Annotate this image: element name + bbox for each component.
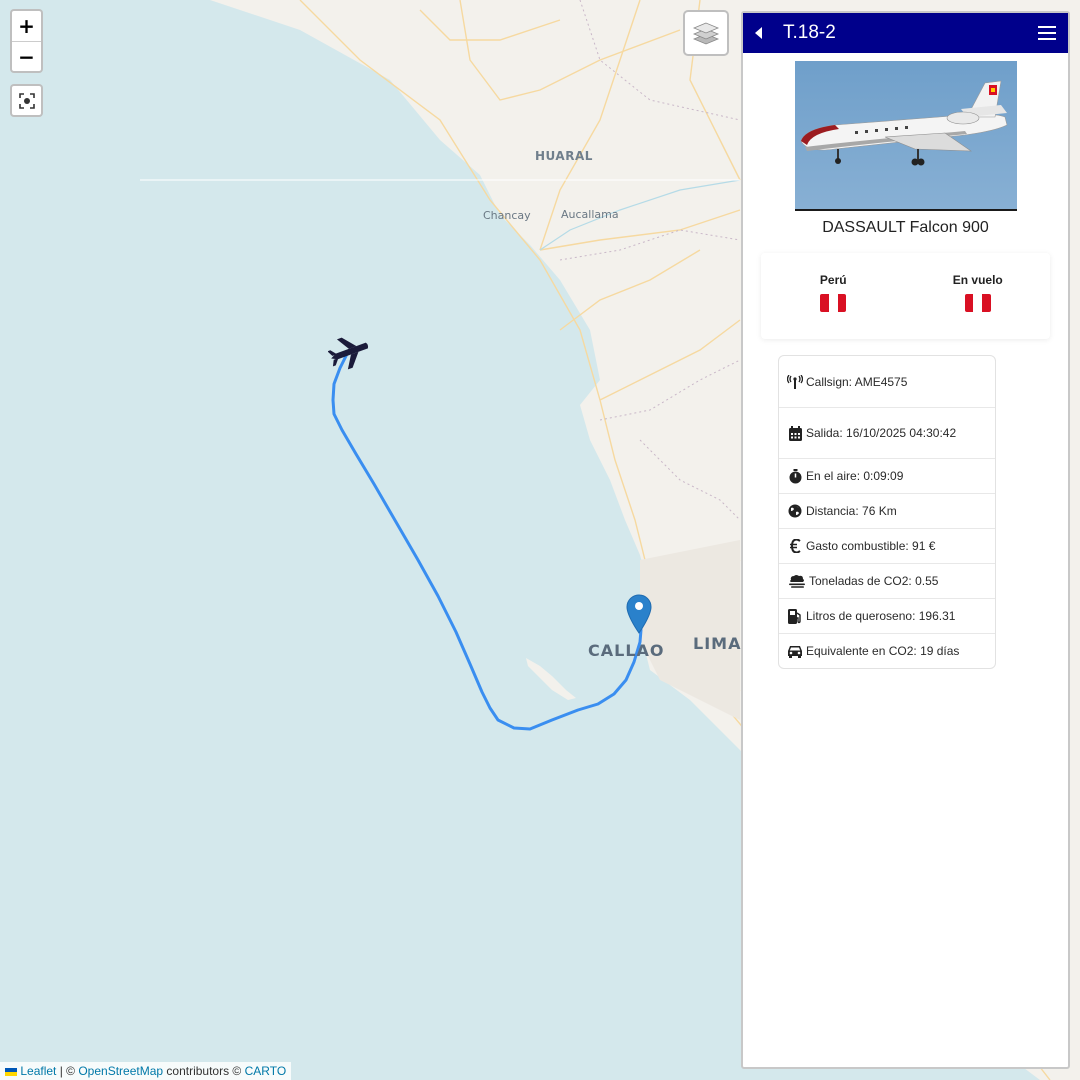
layers-button[interactable] xyxy=(683,10,729,56)
caret-left-icon xyxy=(755,27,762,39)
info-fuel-cost: Gasto combustible: 91 € xyxy=(806,539,936,553)
menu-icon-bar xyxy=(1038,38,1056,40)
attribution-separator: | © xyxy=(56,1064,79,1078)
map-label-chancay: Chancay xyxy=(483,209,531,222)
panel-header: T.18-2 xyxy=(743,13,1068,53)
layers-icon xyxy=(692,22,720,45)
aircraft-panel: T.18-2 DASSAULT Falcon 900 Perú En vuelo… xyxy=(741,11,1070,1069)
car-icon xyxy=(787,643,803,659)
info-row-departure: Salida: 16/10/2025 04:30:42 xyxy=(779,407,995,458)
osm-link[interactable]: OpenStreetMap xyxy=(78,1064,163,1078)
zoom-in-button[interactable]: + xyxy=(12,11,41,41)
info-airtime: En el aire: 0:09:09 xyxy=(806,469,904,483)
locate-button[interactable] xyxy=(10,84,43,117)
back-button[interactable] xyxy=(755,23,775,43)
origin-label: Perú xyxy=(819,273,847,287)
map-label-callao: CALLAO xyxy=(588,641,665,660)
info-row-kerosene: Litros de queroseno: 196.31 xyxy=(779,598,995,633)
info-distance: Distancia: 76 Km xyxy=(806,504,897,518)
info-row-distance: Distancia: 76 Km xyxy=(779,493,995,528)
info-departure: Salida: 16/10/2025 04:30:42 xyxy=(806,426,957,440)
info-co2-equivalent: Equivalente en CO2: 19 días xyxy=(806,644,960,658)
flags-card: Perú En vuelo xyxy=(761,253,1050,339)
menu-icon-bar xyxy=(1038,26,1056,28)
airplane-icon[interactable] xyxy=(328,334,370,370)
antenna-icon xyxy=(787,374,803,390)
aircraft-photo xyxy=(794,61,1017,211)
info-callsign: Callsign: AME4575 xyxy=(806,374,908,389)
smog-icon xyxy=(787,573,806,589)
origin-country: Perú xyxy=(761,253,906,339)
info-row-co2-tons: Toneladas de CO2: 0.55 xyxy=(779,563,995,598)
ukraine-flag-icon xyxy=(5,1067,17,1076)
zoom-control: + − xyxy=(10,9,43,73)
leaflet-link[interactable]: Leaflet xyxy=(20,1064,56,1078)
attribution-contributors: contributors © xyxy=(163,1064,245,1078)
info-kerosene: Litros de queroseno: 196.31 xyxy=(806,609,956,623)
menu-button[interactable] xyxy=(1038,24,1056,42)
map-attribution: Leaflet | © OpenStreetMap contributors ©… xyxy=(0,1062,292,1080)
globe-icon xyxy=(787,503,803,519)
info-card: Callsign: AME4575 Salida: 16/10/2025 04:… xyxy=(778,355,996,669)
status-label: En vuelo xyxy=(952,273,1003,287)
stopwatch-icon xyxy=(787,468,803,484)
aircraft-image xyxy=(794,61,1017,211)
info-co2-tons: Toneladas de CO2: 0.55 xyxy=(809,574,939,588)
zoom-out-button[interactable]: − xyxy=(12,41,41,71)
map-label-aucallama: Aucallama xyxy=(561,208,619,221)
info-row-fuel-cost: Gasto combustible: 91 € xyxy=(779,528,995,563)
map-label-lima: LIMA xyxy=(693,634,742,653)
calendar-icon xyxy=(787,425,803,441)
info-list: Callsign: AME4575 Salida: 16/10/2025 04:… xyxy=(778,355,996,669)
euro-icon xyxy=(787,538,803,554)
aircraft-model: DASSAULT Falcon 900 xyxy=(822,219,989,236)
menu-icon-bar xyxy=(1038,32,1056,34)
map-label-huaral: HUARAL xyxy=(535,149,593,163)
flight-status: En vuelo xyxy=(906,253,1051,339)
peru-flag-icon xyxy=(964,294,991,312)
locate-icon xyxy=(18,92,35,109)
info-row-callsign: Callsign: AME4575 xyxy=(779,356,995,407)
location-marker-icon[interactable] xyxy=(626,594,652,634)
panel-title: T.18-2 xyxy=(783,22,836,43)
carto-link[interactable]: CARTO xyxy=(245,1064,287,1078)
info-row-airtime: En el aire: 0:09:09 xyxy=(779,458,995,493)
info-row-co2-equivalent: Equivalente en CO2: 19 días xyxy=(779,633,995,668)
gas-pump-icon xyxy=(787,608,803,624)
peru-flag-icon xyxy=(820,294,847,312)
